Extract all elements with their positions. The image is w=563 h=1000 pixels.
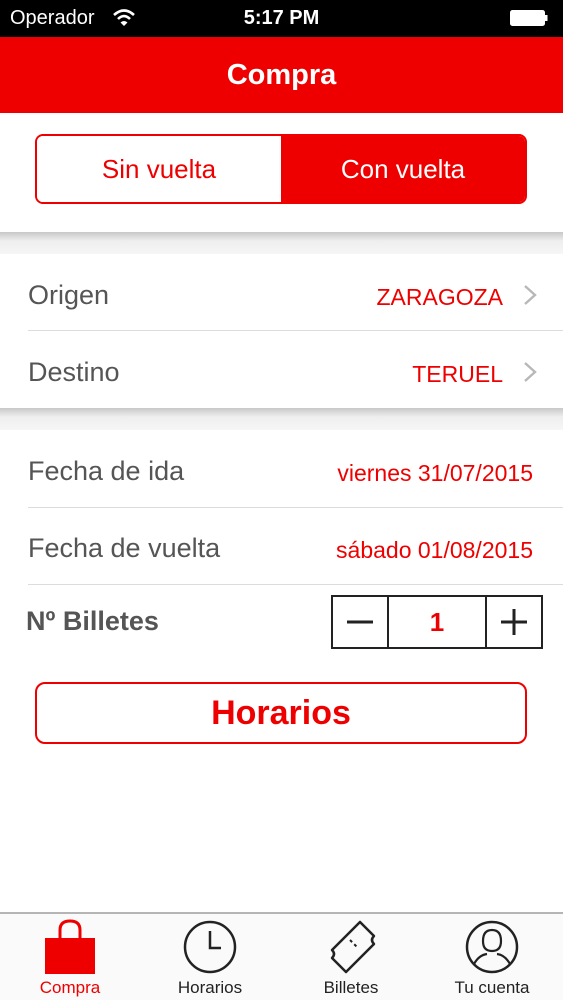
minus-icon bbox=[347, 620, 373, 624]
departure-date-row[interactable]: Fecha de ida viernes 31/07/2015 bbox=[0, 432, 563, 508]
chevron-right-icon bbox=[524, 362, 537, 382]
tab-tu-cuenta[interactable]: Tu cuenta bbox=[422, 914, 562, 1000]
departure-date-label: Fecha de ida bbox=[28, 456, 185, 486]
row-divider bbox=[28, 507, 563, 508]
tickets-label: Nº Billetes bbox=[26, 606, 159, 636]
user-icon bbox=[465, 920, 519, 974]
trip-type-segmented-control: Sin vuelta Con vuelta bbox=[35, 134, 527, 204]
segment-sin-vuelta[interactable]: Sin vuelta bbox=[37, 136, 281, 202]
battery-icon bbox=[510, 10, 548, 26]
destination-value: TERUEL bbox=[412, 361, 503, 387]
origin-label: Origen bbox=[28, 280, 110, 310]
increment-button[interactable] bbox=[487, 597, 541, 647]
horarios-button[interactable]: Horarios bbox=[35, 682, 527, 744]
tab-billetes[interactable]: Billetes bbox=[281, 914, 421, 1000]
page-title: Compra bbox=[226, 59, 337, 91]
segment-con-vuelta[interactable]: Con vuelta bbox=[281, 136, 525, 202]
tab-horarios-label: Horarios bbox=[177, 978, 243, 997]
return-date-row[interactable]: Fecha de vuelta sábado 01/08/2015 bbox=[0, 509, 563, 585]
ticket-icon bbox=[330, 920, 376, 974]
origin-value: ZARAGOZA bbox=[376, 284, 503, 310]
status-time: 5:17 PM bbox=[243, 7, 320, 29]
decrement-button[interactable] bbox=[333, 597, 387, 647]
tab-bar: Compra Horarios Billetes Tu cuenta bbox=[0, 912, 563, 1000]
origin-row[interactable]: Origen ZARAGOZA bbox=[0, 256, 563, 332]
shopping-bag-icon bbox=[45, 919, 95, 974]
plus-icon bbox=[501, 609, 527, 635]
row-divider bbox=[28, 330, 563, 331]
tab-compra-label: Compra bbox=[39, 978, 101, 997]
return-date-value: sábado 01/08/2015 bbox=[336, 537, 533, 563]
section-separator bbox=[0, 232, 563, 254]
return-date-label: Fecha de vuelta bbox=[28, 533, 221, 563]
status-bar: Operador 5:17 PM bbox=[0, 0, 563, 37]
destination-label: Destino bbox=[28, 357, 120, 387]
nav-bar: Compra bbox=[0, 37, 563, 113]
tab-compra[interactable]: Compra bbox=[0, 914, 140, 1000]
tickets-count: 1 bbox=[387, 597, 487, 647]
departure-date-value: viernes 31/07/2015 bbox=[337, 460, 533, 486]
clock-icon bbox=[183, 920, 237, 974]
tab-billetes-label: Billetes bbox=[323, 978, 379, 997]
tickets-stepper: 1 bbox=[331, 595, 543, 649]
tab-tu-cuenta-label: Tu cuenta bbox=[454, 978, 530, 997]
section-separator bbox=[0, 408, 563, 430]
destination-row[interactable]: Destino TERUEL bbox=[0, 333, 563, 409]
chevron-right-icon bbox=[524, 285, 537, 305]
tab-horarios[interactable]: Horarios bbox=[140, 914, 280, 1000]
